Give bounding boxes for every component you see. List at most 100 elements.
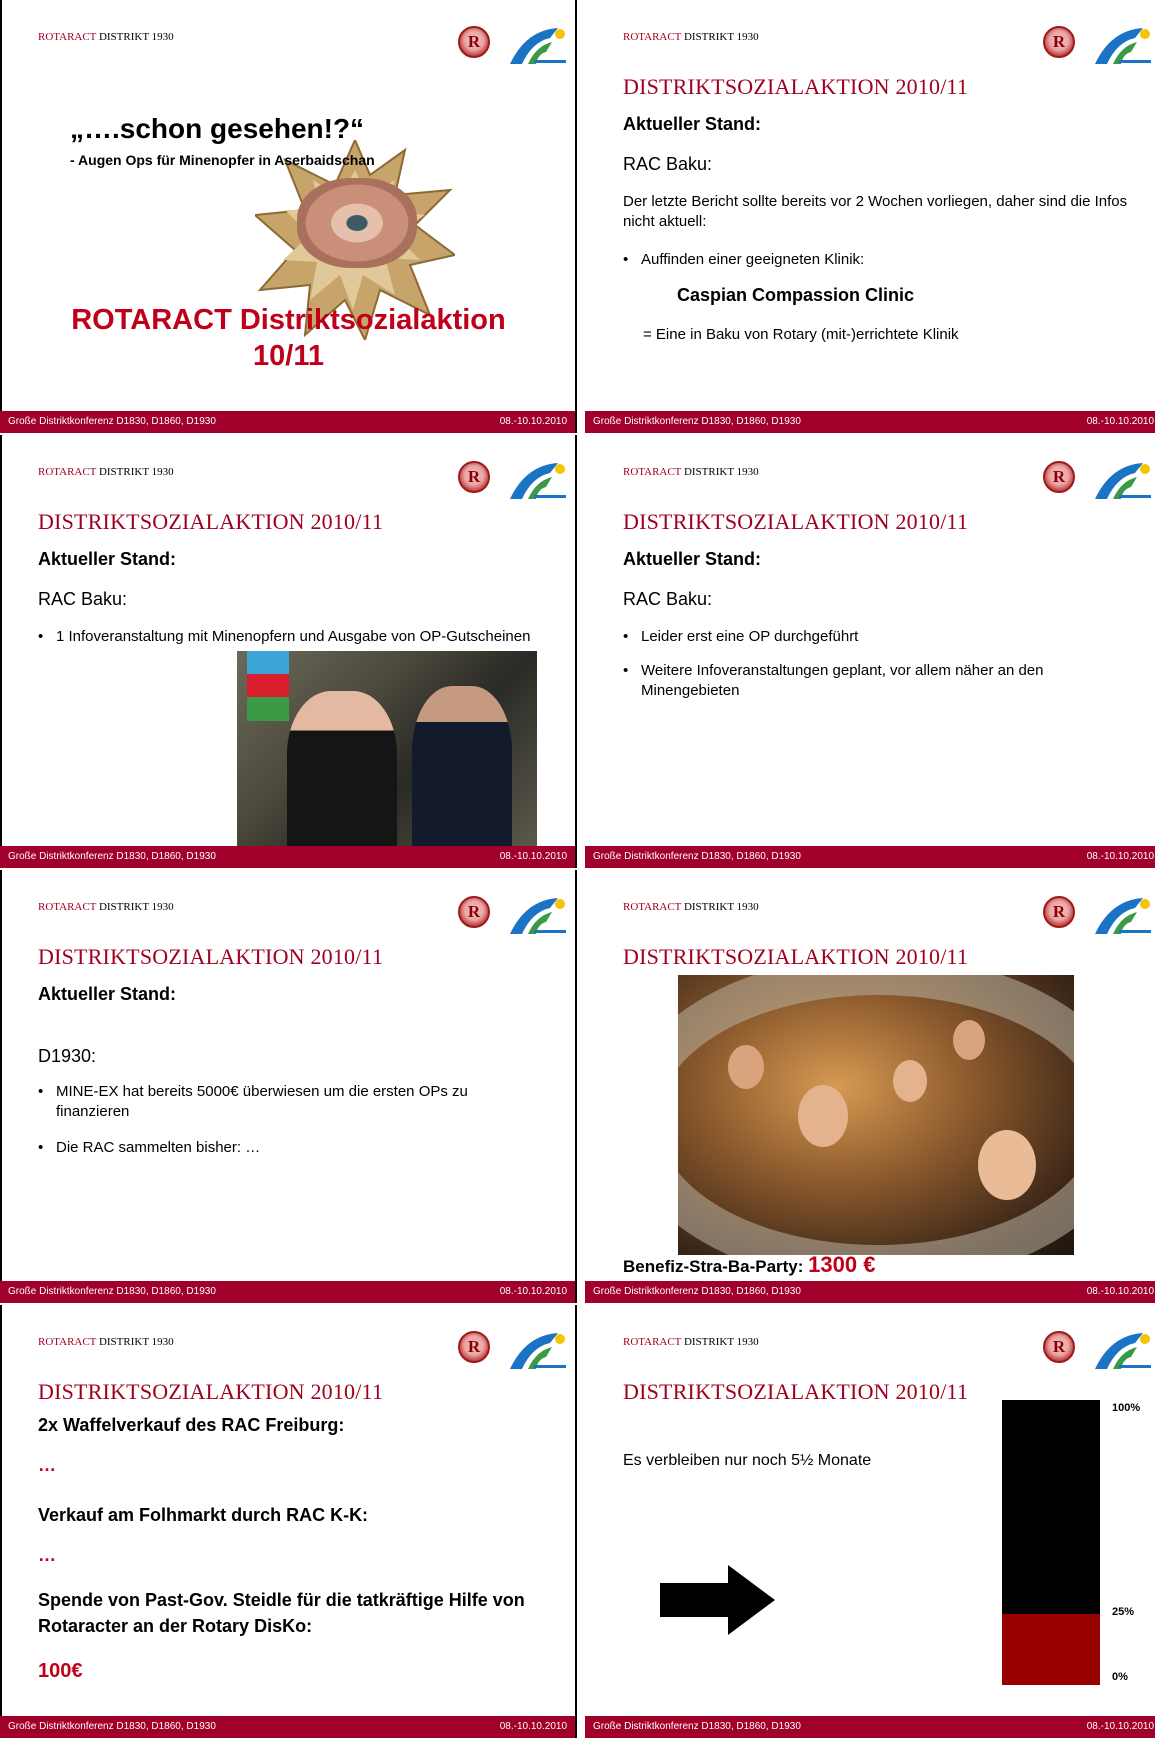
- footer-right: 08.-10.10.2010: [1086, 851, 1154, 862]
- footer-left: Große Distriktkonferenz D1830, D1860, D1…: [593, 1286, 801, 1297]
- list-item: • Leider erst eine OP durchgeführt: [623, 628, 859, 645]
- kicker-rest: DISTRIKT 1930: [96, 901, 174, 913]
- slide-footer: Große Distriktkonferenz D1830, D1860, D1…: [585, 1281, 1155, 1303]
- slide-title: DISTRIKTSOZIALAKTION 2010/11: [623, 944, 969, 969]
- action-line-1: ROTARACT Distriktsozialaktion: [71, 304, 506, 336]
- slide-footer: Große Distriktkonferenz D1830, D1860, D1…: [585, 846, 1155, 868]
- progress-gauge: [1002, 1400, 1100, 1685]
- rotary-logo-icon: R: [458, 461, 490, 493]
- kicker-rest: DISTRIKT 1930: [681, 466, 759, 478]
- kicker-red: ROTARACT: [623, 466, 682, 478]
- district-logo-icon: [1095, 898, 1151, 934]
- rotary-logo-icon: R: [1043, 896, 1075, 928]
- slide-kicker: ROTARACT DISTRIKT 1930: [623, 31, 759, 43]
- slide-kicker: ROTARACT DISTRIKT 1930: [38, 31, 174, 43]
- club-label: RAC Baku:: [38, 589, 128, 609]
- action-line-2: 10/11: [253, 340, 324, 372]
- slide-title: DISTRIKTSOZIALAKTION 2010/11: [623, 74, 969, 99]
- footer-left: Große Distriktkonferenz D1830, D1860, D1…: [8, 416, 216, 427]
- club-label: RAC Baku:: [623, 154, 713, 174]
- list-item: • Auffinden einer geeigneten Klinik:: [623, 251, 865, 268]
- footer-left: Große Distriktkonferenz D1830, D1860, D1…: [8, 1721, 216, 1732]
- district-logo-icon: [1095, 463, 1151, 499]
- footer-left: Große Distriktkonferenz D1830, D1860, D1…: [593, 1721, 801, 1732]
- slide-title: DISTRIKTSOZIALAKTION 2010/11: [38, 509, 384, 534]
- party-result: Benefiz-Stra-Ba-Party: 1300 €: [623, 1252, 875, 1278]
- photo-person: [412, 686, 512, 849]
- handover-photo: [237, 651, 537, 849]
- rotary-logo-icon: R: [1043, 1331, 1075, 1363]
- donation-item: 2x Waffelverkauf des RAC Freiburg:: [38, 1415, 345, 1435]
- district-logo-icon: [510, 28, 566, 64]
- list-item: • 1 Infoveranstaltung mit Minenopfern und…: [38, 628, 531, 645]
- slide-footer: Große Distriktkonferenz D1830, D1860, D1…: [0, 1716, 575, 1738]
- rotary-logo-icon: R: [458, 896, 490, 928]
- list-item-text: Leider erst eine OP durchgeführt: [641, 628, 859, 645]
- arrow-right-icon: [660, 1565, 775, 1635]
- party-photo: [678, 975, 1074, 1255]
- club-label: RAC Baku:: [623, 589, 713, 609]
- kicker-red: ROTARACT: [38, 466, 97, 478]
- list-item-text: Die RAC sammelten bisher: …: [56, 1139, 261, 1156]
- status-heading: Aktueller Stand:: [623, 114, 762, 134]
- footer-right: 08.-10.10.2010: [499, 1286, 567, 1297]
- slide-title: DISTRIKTSOZIALAKTION 2010/11: [623, 1379, 969, 1404]
- slide-6: ROTARACT DISTRIKT 1930 DISTRIKTSOZIALAKT…: [585, 870, 1155, 1303]
- slide-subquote: - Augen Ops für Minenopfer in Aserbaidsc…: [70, 152, 375, 168]
- slide-1: ROTARACT DISTRIKT 1930 R „….schon gesehe…: [0, 0, 577, 433]
- rotary-logo-icon: R: [458, 26, 490, 58]
- kicker-red: ROTARACT: [623, 1336, 682, 1348]
- gauge-filled: [1002, 1614, 1100, 1685]
- photo-person: [287, 691, 397, 849]
- eye-photo: [297, 178, 417, 268]
- slide-kicker: ROTARACT DISTRIKT 1930: [623, 466, 759, 478]
- footer-left: Große Distriktkonferenz D1830, D1860, D1…: [8, 1286, 216, 1297]
- kicker-red: ROTARACT: [623, 31, 682, 43]
- slide-title: DISTRIKTSOZIALAKTION 2010/11: [38, 944, 384, 969]
- slide-8: ROTARACT DISTRIKT 1930 DISTRIKTSOZIALAKT…: [585, 1305, 1155, 1738]
- party-amount: 1300 €: [808, 1252, 876, 1277]
- status-heading: Aktueller Stand:: [623, 549, 762, 569]
- slide-title: DISTRIKTSOZIALAKTION 2010/11: [38, 1379, 384, 1404]
- footer-left: Große Distriktkonferenz D1830, D1860, D1…: [8, 851, 216, 862]
- district-logo-icon: [510, 898, 566, 934]
- list-item-text: MINE-EX hat bereits 5000€ überwiesen um …: [56, 1083, 468, 1120]
- footer-right: 08.-10.10.2010: [1086, 1286, 1154, 1297]
- donation-item: Verkauf am Folhmarkt durch RAC K-K:: [38, 1505, 369, 1525]
- slide-kicker: ROTARACT DISTRIKT 1930: [623, 1336, 759, 1348]
- district-logo-icon: [1095, 28, 1151, 64]
- party-label: Benefiz-Stra-Ba-Party:: [623, 1257, 809, 1276]
- footer-right: 08.-10.10.2010: [499, 1721, 567, 1732]
- slide-footer: Große Distriktkonferenz D1830, D1860, D1…: [585, 1716, 1155, 1738]
- slide-footer: Große Distriktkonferenz D1830, D1860, D1…: [0, 411, 575, 433]
- list-item: • Die RAC sammelten bisher: …: [38, 1139, 261, 1156]
- donation-value: …: [38, 1455, 56, 1475]
- rotary-logo-icon: R: [1043, 26, 1075, 58]
- slide-5: ROTARACT DISTRIKT 1930 DISTRIKTSOZIALAKT…: [0, 870, 577, 1303]
- footer-right: 08.-10.10.2010: [499, 851, 567, 862]
- gauge-label-top: 100%: [1112, 1402, 1141, 1414]
- gauge-label-mid: 25%: [1112, 1606, 1135, 1618]
- district-logo-icon: [510, 463, 566, 499]
- footer-right: 08.-10.10.2010: [1086, 1721, 1154, 1732]
- slide-4: ROTARACT DISTRIKT 1930 DISTRIKTSOZIALAKT…: [585, 435, 1155, 868]
- kicker-rest: DISTRIKT 1930: [681, 901, 759, 913]
- kicker-rest: DISTRIKT 1930: [96, 1336, 174, 1348]
- rotary-logo-icon: R: [1043, 461, 1075, 493]
- kicker-red: ROTARACT: [38, 1336, 97, 1348]
- kicker-red: ROTARACT: [623, 901, 682, 913]
- footer-left: Große Distriktkonferenz D1830, D1860, D1…: [593, 851, 801, 862]
- status-heading: Aktueller Stand:: [38, 549, 177, 569]
- slide-footer: Große Distriktkonferenz D1830, D1860, D1…: [0, 1281, 575, 1303]
- district-label: D1930:: [38, 1046, 97, 1066]
- slide-quote: „….schon gesehen!?“: [70, 113, 365, 144]
- footer-right: 08.-10.10.2010: [1086, 416, 1154, 427]
- list-item-text: Auffinden einer geeigneten Klinik:: [641, 251, 865, 268]
- donation-item: Spende von Past-Gov. Steidle für die tat…: [38, 1590, 525, 1636]
- footer-right: 08.-10.10.2010: [499, 416, 567, 427]
- donation-value: 100€: [38, 1660, 83, 1682]
- slide-title: DISTRIKTSOZIALAKTION 2010/11: [623, 509, 969, 534]
- list-item: • Weitere Infoveranstaltungen geplant, vo…: [623, 662, 1044, 699]
- clinic-name: Caspian Compassion Clinic: [677, 285, 915, 305]
- slide-3: ROTARACT DISTRIKT 1930 DISTRIKTSOZIALAKT…: [0, 435, 577, 868]
